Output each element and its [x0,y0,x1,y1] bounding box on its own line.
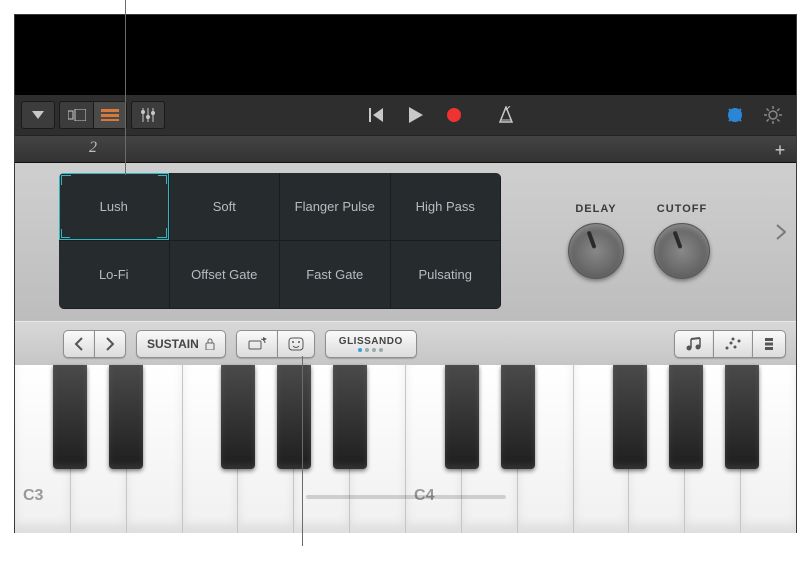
preset-label: Fast Gate [306,267,363,282]
ruler-position-label: 2 [89,139,97,157]
preset-fast-gate[interactable]: Fast Gate [280,241,391,309]
black-key[interactable] [221,365,255,469]
cutoff-knob-label: CUTOFF [657,203,707,215]
face-icon [288,337,304,351]
face-controls-button[interactable] [277,330,315,358]
keyboard-scroll-indicator[interactable] [306,495,506,499]
sustain-button[interactable]: SUSTAIN [136,330,226,358]
record-icon [447,108,461,122]
black-key[interactable] [669,365,703,469]
keyboard-swap-icon [247,337,267,351]
metronome-button[interactable] [489,101,523,129]
record-button[interactable] [437,101,471,129]
glissando-label: GLISSANDO [339,336,403,347]
preset-high-pass[interactable]: High Pass [391,173,502,241]
black-key[interactable] [277,365,311,469]
play-icon [409,107,423,123]
keyboard-mode-button[interactable] [236,330,277,358]
glissando-page-dots [358,348,383,352]
piano-keyboard: C3 C4 [15,365,796,533]
octave-up-button[interactable] [94,330,126,358]
glissando-button[interactable]: GLISSANDO [325,330,417,358]
preset-label: Soft [213,199,236,214]
preset-label: Flanger Pulse [295,199,375,214]
arpeggio-pattern-button[interactable] [713,330,752,358]
sustain-label: SUSTAIN [147,337,199,351]
preset-flanger-pulse[interactable]: Flanger Pulse [280,173,391,241]
master-effects-button[interactable] [718,101,752,129]
knob-area: DELAY CUTOFF [529,173,749,309]
master-effects-icon [726,106,744,124]
mixer-button[interactable] [131,101,165,129]
play-button[interactable] [399,101,433,129]
black-key[interactable] [109,365,143,469]
black-key[interactable] [613,365,647,469]
chevron-right-icon [776,224,786,240]
view-list-icon [101,109,119,121]
mixer-icon [140,107,156,123]
notes-icon [685,337,703,351]
preset-label: Lo-Fi [99,267,129,282]
view-split-icon [68,109,86,121]
preset-offset-gate[interactable]: Offset Gate [170,241,281,309]
delay-knob[interactable] [568,223,624,279]
preset-soft[interactable]: Soft [170,173,281,241]
preset-label: High Pass [416,199,475,214]
chevron-right-icon [105,337,115,351]
metronome-icon [497,106,515,124]
key-label-c3: C3 [23,487,43,505]
settings-button[interactable] [756,101,790,129]
black-key[interactable] [333,365,367,469]
rewind-button[interactable] [361,101,395,129]
view-list-button[interactable] [93,101,127,129]
selection-corner-icon [61,229,70,238]
toolbar-dropdown-button[interactable] [21,101,55,129]
cutoff-knob[interactable] [654,223,710,279]
arpeggio-notes-button[interactable] [674,330,713,358]
lock-icon [205,338,215,350]
gear-icon [764,106,782,124]
app-frame: 2 + Lush Soft Flanger Pulse High Pass Lo… [14,14,797,533]
timeline-ruler[interactable]: 2 + [15,135,796,163]
preset-lo-fi[interactable]: Lo-Fi [59,241,170,309]
view-split-button[interactable] [59,101,93,129]
arpeggio-chord-button[interactable] [752,330,786,358]
preset-grid: Lush Soft Flanger Pulse High Pass Lo-Fi … [59,173,501,309]
add-track-button[interactable]: + [770,140,790,161]
selection-corner-icon [158,175,167,184]
preset-label: Offset Gate [191,267,257,282]
delay-knob-label: DELAY [575,203,616,215]
chevron-down-icon [32,111,44,119]
annotation-line-top [125,0,126,175]
main-toolbar [15,95,796,135]
rewind-icon [369,108,387,122]
panel-next-button[interactable] [776,223,786,246]
octave-down-button[interactable] [63,330,94,358]
preset-lush[interactable]: Lush [59,173,170,241]
black-key[interactable] [725,365,759,469]
preset-label: Lush [100,199,128,214]
chevron-left-icon [74,337,84,351]
keyboard-controls-row: SUSTAIN GLISSANDO [15,321,796,365]
black-key[interactable] [53,365,87,469]
chord-stack-icon [763,337,775,351]
instrument-panel: Lush Soft Flanger Pulse High Pass Lo-Fi … [15,163,796,321]
pattern-icon [724,337,742,351]
black-key[interactable] [501,365,535,469]
black-key[interactable] [445,365,479,469]
annotation-line-bottom [302,356,303,546]
preset-label: Pulsating [419,267,472,282]
preset-pulsating[interactable]: Pulsating [391,241,502,309]
